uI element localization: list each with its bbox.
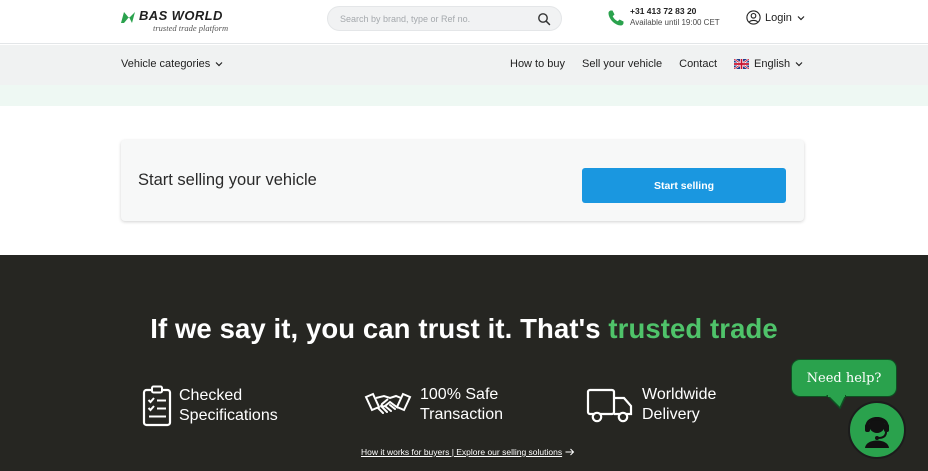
need-help-bubble[interactable]: Need help? [791, 359, 897, 397]
sell-card-title: Start selling your vehicle [138, 171, 317, 189]
bubble-tail [826, 395, 846, 409]
search-icon[interactable] [537, 12, 551, 26]
handshake-icon [364, 392, 412, 414]
nav-link-sell-your-vehicle[interactable]: Sell your vehicle [582, 58, 662, 70]
phone-icon [608, 10, 624, 26]
nav-accent-strip [0, 85, 928, 106]
feature-line1: Checked [179, 387, 243, 404]
nav-links: How to buy Sell your vehicle Contact Eng… [510, 58, 803, 70]
arrow-right-icon [565, 448, 575, 456]
vehicle-categories-label: Vehicle categories [121, 58, 211, 70]
user-icon [746, 10, 761, 25]
sell-vehicle-card: Start selling your vehicle Start selling [121, 140, 804, 221]
logo[interactable]: BAS WORLD trusted trade platform [121, 9, 228, 35]
nav-link-how-to-buy[interactable]: How to buy [510, 58, 565, 70]
phone-number[interactable]: +31 413 72 83 20 [630, 6, 720, 17]
language-label: English [754, 58, 791, 70]
login-button[interactable]: Login [746, 10, 805, 25]
nav-link-contact[interactable]: Contact [679, 58, 717, 70]
page: BAS WORLD trusted trade platform +31 413… [0, 0, 928, 471]
trust-heading-accent: trusted trade [608, 313, 778, 344]
uk-flag-icon [734, 59, 750, 69]
feature-safe-transaction: 100% Safe Transaction [364, 385, 503, 425]
support-agent-button[interactable] [848, 401, 906, 459]
feature-line2: Specifications [179, 407, 278, 424]
top-header: BAS WORLD trusted trade platform +31 413… [0, 0, 928, 44]
feature-line2: Delivery [642, 406, 700, 423]
logo-mark-icon [121, 12, 135, 23]
login-label: Login [765, 11, 792, 24]
explore-links[interactable]: How it works for buyers | Explore our se… [361, 447, 575, 457]
explore-links-label[interactable]: How it works for buyers | Explore our se… [361, 447, 562, 457]
search-bar[interactable] [327, 6, 562, 31]
feature-line2: Transaction [420, 406, 503, 423]
language-selector[interactable]: English [734, 58, 803, 70]
feature-worldwide-delivery: Worldwide Delivery [586, 385, 716, 425]
chevron-down-icon [795, 62, 803, 67]
chevron-down-icon [797, 15, 805, 20]
feature-line1: 100% Safe [420, 386, 499, 403]
start-selling-button[interactable]: Start selling [582, 168, 786, 203]
trust-heading: If we say it, you can trust it. That's t… [0, 313, 928, 345]
logo-tagline: trusted trade platform [153, 23, 229, 33]
phone-hours: Available until 19:00 CET [630, 18, 720, 27]
vehicle-categories-menu[interactable]: Vehicle categories [121, 58, 223, 70]
feature-line1: Worldwide [642, 386, 717, 403]
support-agent-icon [865, 417, 889, 448]
chevron-down-icon [215, 62, 223, 67]
trust-heading-main: If we say it, you can trust it. That's [150, 313, 609, 344]
truck-icon [586, 388, 633, 423]
trust-section: If we say it, you can trust it. That's t… [0, 255, 928, 471]
phone-contact[interactable]: +31 413 72 83 20 Available until 19:00 C… [607, 6, 720, 29]
logo-name: BAS WORLD [139, 8, 223, 23]
search-input[interactable] [340, 13, 520, 24]
feature-checked-specifications: Checked Specifications [142, 385, 278, 427]
checklist-icon [142, 385, 172, 427]
